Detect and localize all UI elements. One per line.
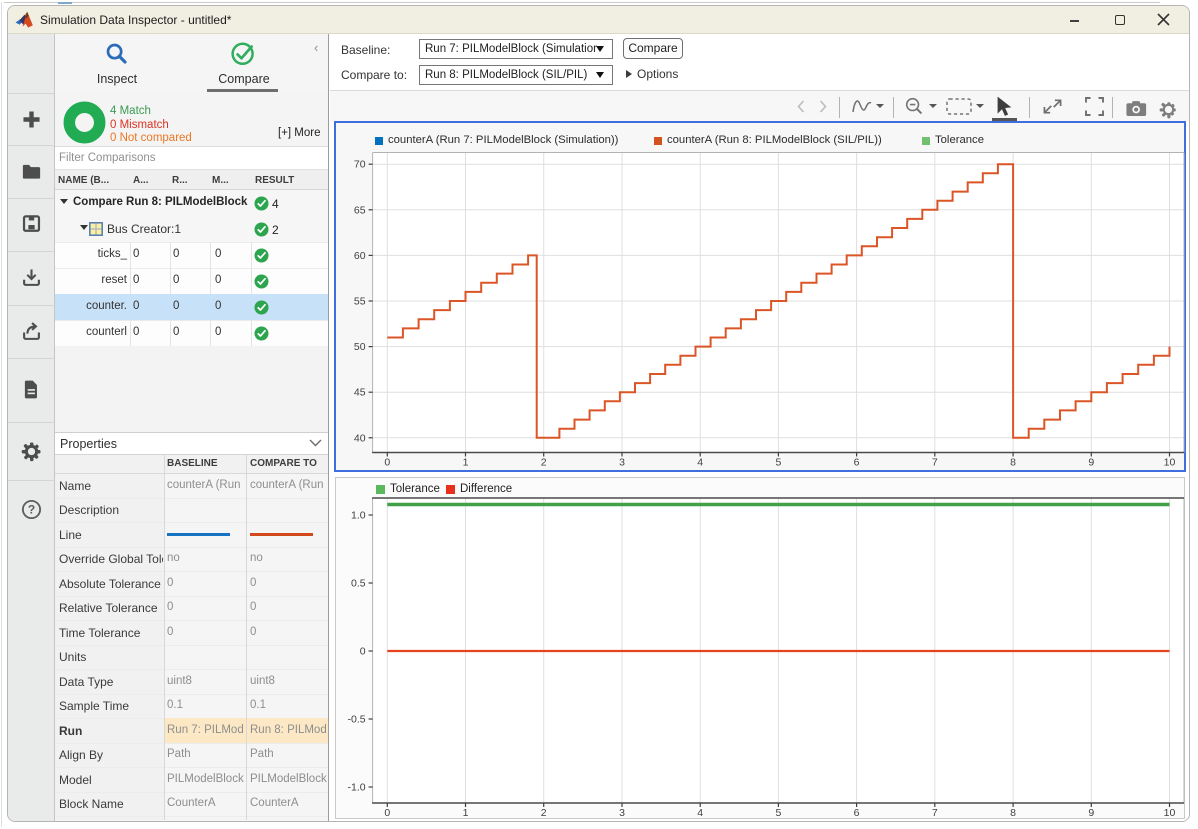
svg-text:3: 3 [619,807,625,819]
svg-text:0.5: 0.5 [351,578,366,590]
svg-text:5: 5 [775,807,781,819]
svg-text:-0.5: -0.5 [348,714,366,726]
svg-text:0: 0 [384,807,390,819]
svg-text:0: 0 [360,646,366,658]
svg-text:6: 6 [854,807,860,819]
svg-text:4: 4 [697,807,703,819]
svg-text:1.0: 1.0 [351,510,366,522]
svg-text:2: 2 [541,807,547,819]
svg-text:9: 9 [1088,807,1094,819]
svg-text:7: 7 [932,807,938,819]
svg-text:10: 10 [1164,807,1176,819]
svg-text:1: 1 [463,807,469,819]
svg-text:-1.0: -1.0 [348,782,366,794]
svg-text:8: 8 [1010,807,1016,819]
